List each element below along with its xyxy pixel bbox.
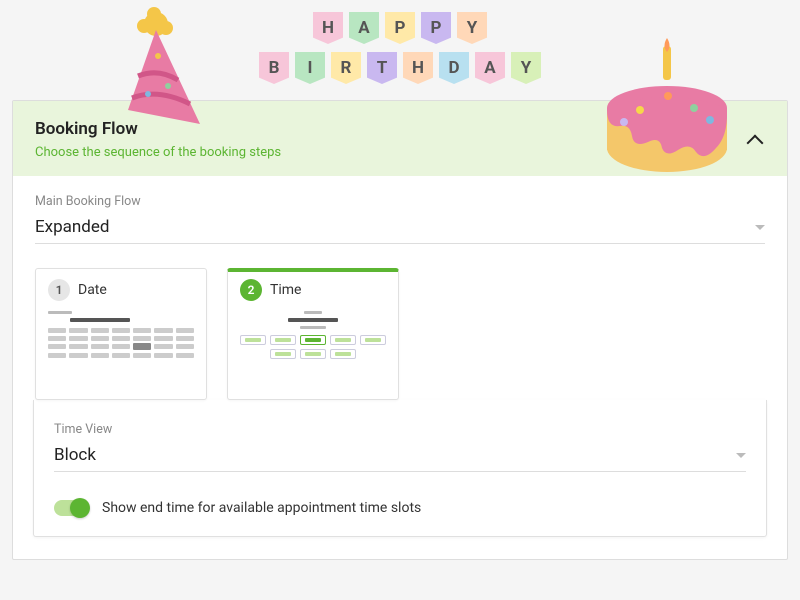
main-flow-value: Expanded [35,217,109,237]
date-preview-icon [48,311,194,358]
panel-body: Main Booking Flow Expanded 1 Date [13,176,787,559]
banner-flag: B [259,52,289,84]
panel-title: Booking Flow [35,119,765,139]
step-title: Date [78,282,107,298]
happy-banner-row-2: BIRTHDAY [259,52,541,84]
time-view-select[interactable]: Block [54,441,746,472]
banner-flag: T [367,52,397,84]
banner-flag: D [439,52,469,84]
step-card-date[interactable]: 1 Date [35,268,207,400]
end-time-toggle-row: Show end time for available appointment … [54,500,746,516]
end-time-toggle[interactable] [54,500,88,516]
banner-flag: Y [511,52,541,84]
banner-flag: I [295,52,325,84]
time-preview-icon [240,311,386,359]
panel-subtitle: Choose the sequence of the booking steps [35,145,765,160]
end-time-toggle-label: Show end time for available appointment … [102,500,421,516]
banner-flag: P [385,12,415,44]
banner-flag: Y [457,12,487,44]
main-flow-select[interactable]: Expanded [35,213,765,244]
step-title: Time [270,282,301,298]
banner-flag: R [331,52,361,84]
chevron-up-icon [747,135,764,152]
step-card-time[interactable]: 2 Time [227,268,399,400]
main-flow-label: Main Booking Flow [35,194,765,209]
banner-flag: A [475,52,505,84]
time-view-value: Block [54,445,96,465]
banner-flag: H [313,12,343,44]
step-number: 2 [240,279,262,301]
banner-flag: P [421,12,451,44]
panel-header: Booking Flow Choose the sequence of the … [13,101,787,176]
happy-banner-row-1: HAPPY [313,12,487,44]
time-view-label: Time View [54,422,746,437]
banner-flag: A [349,12,379,44]
step-number: 1 [48,279,70,301]
banner-flag: H [403,52,433,84]
collapse-button[interactable] [743,129,767,153]
caret-down-icon [736,453,746,458]
time-options-subpanel: Time View Block Show end time for availa… [33,400,767,537]
booking-flow-panel: Booking Flow Choose the sequence of the … [12,100,788,560]
caret-down-icon [755,225,765,230]
step-cards: 1 Date 2 Time [35,268,765,400]
toggle-knob-icon [70,498,90,518]
